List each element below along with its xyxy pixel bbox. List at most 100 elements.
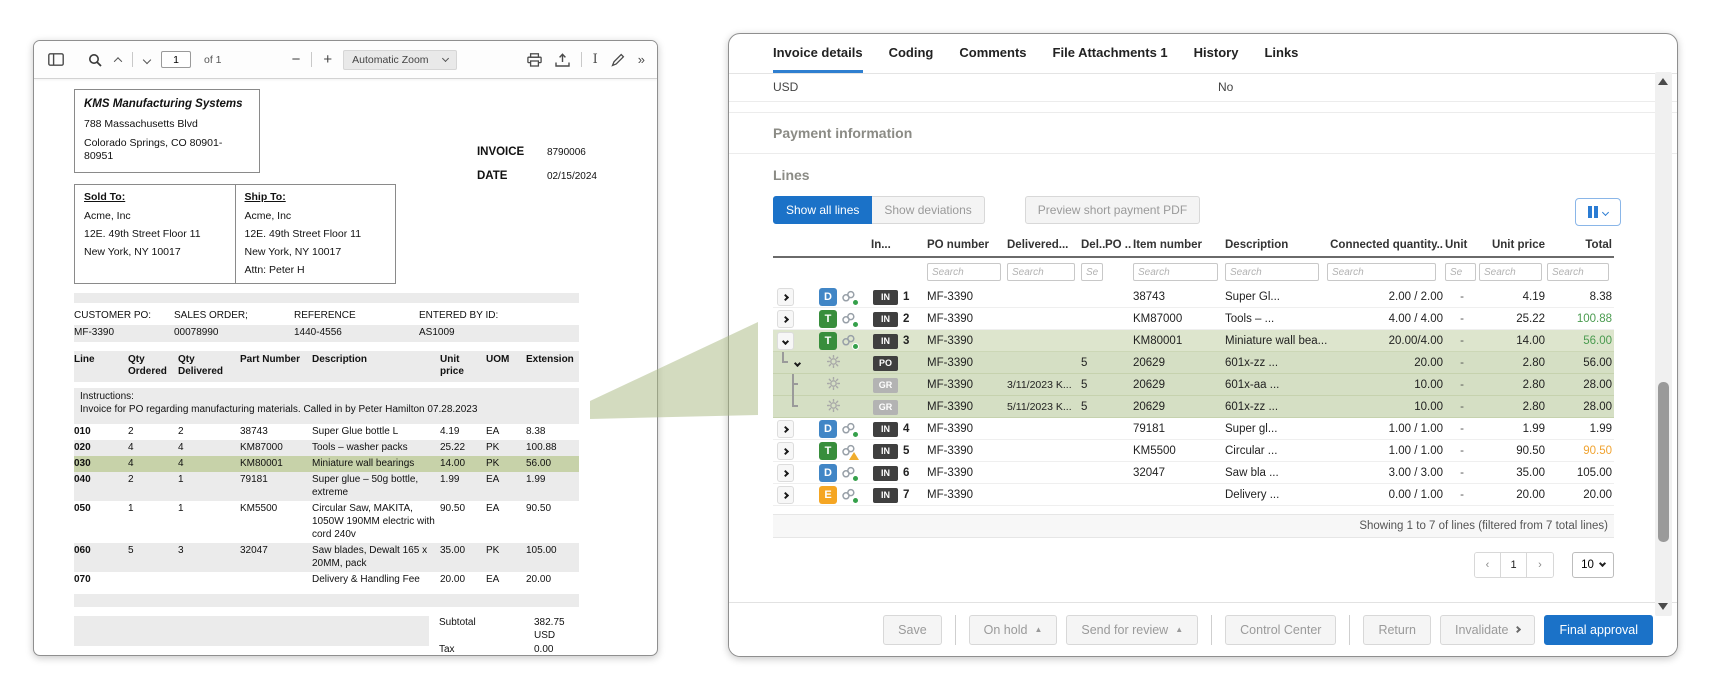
column-header[interactable]: Connected quantity.. <box>1327 239 1445 251</box>
table-row[interactable]: D IN 6 MF-3390 32047 Saw bla ... 3.00 / … <box>773 462 1614 484</box>
total-cell: 1.99 <box>1547 423 1614 435</box>
uom-cell: EA <box>486 573 526 586</box>
invoice-date-label: DATE <box>477 169 547 184</box>
scroll-up-icon[interactable] <box>1658 78 1668 85</box>
search-icon[interactable] <box>86 51 104 69</box>
pen-icon[interactable] <box>609 51 627 69</box>
row-expander-button[interactable] <box>777 464 794 482</box>
column-header[interactable]: PO .. <box>1105 239 1133 251</box>
open-file-icon[interactable] <box>553 51 572 69</box>
row-expander-button[interactable] <box>777 486 794 504</box>
uom-cell: EA <box>486 502 526 541</box>
tab-coding[interactable]: Coding <box>889 45 934 73</box>
more-tools-icon[interactable]: » <box>636 50 645 69</box>
qty-delivered-cell: 4 <box>178 441 240 454</box>
zoom-level-select[interactable]: Automatic Zoom <box>343 50 456 70</box>
column-search-input[interactable] <box>1547 263 1609 281</box>
row-expander-button[interactable] <box>791 354 803 372</box>
page-size-select[interactable]: 10 <box>1572 552 1614 578</box>
final-approval-button[interactable]: Final approval <box>1544 615 1653 645</box>
print-icon[interactable] <box>525 51 544 69</box>
invalidate-button[interactable]: Invalidate <box>1440 615 1536 645</box>
preview-short-payment-pdf-button[interactable]: Preview short payment PDF <box>1025 196 1200 224</box>
connected-quantity-cell: 10.00 <box>1327 379 1445 391</box>
scroll-down-icon[interactable] <box>1658 603 1668 610</box>
show-deviations-button[interactable]: Show deviations <box>872 196 984 224</box>
column-search-input[interactable] <box>1225 263 1319 281</box>
column-header[interactable]: PO number <box>927 239 1007 251</box>
column-search-input[interactable] <box>1445 263 1476 281</box>
row-expander-button[interactable] <box>777 442 794 460</box>
column-search-input[interactable] <box>1007 263 1075 281</box>
divider-band <box>74 293 579 303</box>
table-row[interactable]: GR MF-3390 5/11/2023 K... 5 20629 601x-z… <box>773 396 1614 418</box>
next-page-button[interactable]: › <box>1527 553 1553 577</box>
column-header[interactable]: Total <box>1547 239 1614 251</box>
page-number-input[interactable] <box>161 51 191 68</box>
line-cell: 010 <box>74 425 128 438</box>
description-cell: Super glue – 50g bottle, extreme <box>312 473 440 499</box>
invoice-date-value: 02/15/2024 <box>547 169 597 184</box>
qty-ordered-cell: 5 <box>128 544 178 570</box>
results-count-label: Showing 1 to 7 of lines (filtered from 7… <box>1359 520 1608 532</box>
table-row[interactable]: T IN 2 MF-3390 KM87000 Tools – ... 4.00 … <box>773 308 1614 330</box>
line-number: 6 <box>903 467 909 479</box>
tab-file-attachments-1[interactable]: File Attachments 1 <box>1053 45 1168 73</box>
table-row[interactable]: PO MF-3390 5 20629 601x-zz ... 20.00 - 2… <box>773 352 1614 374</box>
sidebar-toggle-icon[interactable] <box>46 51 66 68</box>
table-row[interactable]: E IN 7 MF-3390 Delivery ... 0.00 / 1.00 … <box>773 484 1614 506</box>
row-expander-button[interactable] <box>777 310 794 328</box>
invoice-line-row: 070 Delivery & Handling Fee 20.00 EA 20.… <box>74 572 579 588</box>
tab-invoice-details[interactable]: Invoice details <box>773 45 863 73</box>
uom-cell: PK <box>486 544 526 570</box>
zoom-in-icon[interactable]: + <box>321 50 334 69</box>
column-header[interactable]: In... <box>871 239 927 251</box>
control-center-button[interactable]: Control Center <box>1225 615 1336 645</box>
column-search-input[interactable] <box>1327 263 1436 281</box>
row-expander-button[interactable] <box>777 288 794 306</box>
on-hold-button[interactable]: On hold▲ <box>969 615 1058 645</box>
tab-history[interactable]: History <box>1194 45 1239 73</box>
total-row: Subtotal 382.75USD <box>74 616 579 643</box>
extension-cell: 8.38 <box>526 425 579 438</box>
line-number: 3 <box>903 335 909 347</box>
description-cell: 601x-aa ... <box>1225 379 1327 391</box>
table-row[interactable]: T IN 5 MF-3390 KM5500 Circular ... 1.00 … <box>773 440 1614 462</box>
column-header[interactable]: Delivered... <box>1007 239 1081 251</box>
item-number-cell: 79181 <box>1133 423 1225 435</box>
column-header[interactable]: Item number <box>1133 239 1225 251</box>
table-row[interactable]: GR MF-3390 3/11/2023 K... 5 20629 601x-a… <box>773 374 1614 396</box>
current-page-button[interactable]: 1 <box>1501 553 1527 577</box>
column-search-input[interactable] <box>1133 263 1218 281</box>
row-expander-button[interactable] <box>777 332 794 350</box>
zoom-out-icon[interactable]: − <box>290 50 303 69</box>
extension-cell: 100.88 <box>526 441 579 454</box>
column-search-input[interactable] <box>1479 263 1542 281</box>
column-header[interactable]: Unit price <box>1479 239 1547 251</box>
save-button[interactable]: Save <box>883 615 942 645</box>
tab-links[interactable]: Links <box>1264 45 1298 73</box>
chevron-icon <box>782 425 789 432</box>
column-settings-button[interactable] <box>1575 198 1621 226</box>
table-row[interactable]: T IN 3 MF-3390 KM80001 Miniature wall be… <box>773 330 1614 352</box>
column-header[interactable]: Unit <box>1445 239 1479 251</box>
show-all-lines-button[interactable]: Show all lines <box>773 196 872 224</box>
tab-comments[interactable]: Comments <box>959 45 1026 73</box>
column-search-input[interactable] <box>927 263 1001 281</box>
vendor-address-box: KMS Manufacturing Systems 788 Massachuse… <box>74 89 260 173</box>
scrollbar[interactable] <box>1655 72 1672 616</box>
next-page-icon[interactable] <box>142 55 152 65</box>
column-header[interactable]: Del.. <box>1081 239 1105 251</box>
previous-page-icon[interactable] <box>113 55 123 65</box>
send-for-review-button[interactable]: Send for review▲ <box>1066 615 1198 645</box>
table-row[interactable]: D IN 1 MF-3390 38743 Super Gl... 2.00 / … <box>773 286 1614 308</box>
previous-page-button[interactable]: ‹ <box>1475 553 1501 577</box>
return-button[interactable]: Return <box>1363 615 1431 645</box>
row-expander-button[interactable] <box>777 420 794 438</box>
scrollbar-thumb[interactable] <box>1658 382 1669 542</box>
table-row[interactable]: D IN 4 MF-3390 79181 Super gl... 1.00 / … <box>773 418 1614 440</box>
text-select-icon[interactable]: I <box>591 50 600 69</box>
column-header[interactable]: Description <box>1225 239 1327 251</box>
dropup-icon: ▲ <box>1175 626 1183 634</box>
column-search-input[interactable] <box>1081 263 1103 281</box>
